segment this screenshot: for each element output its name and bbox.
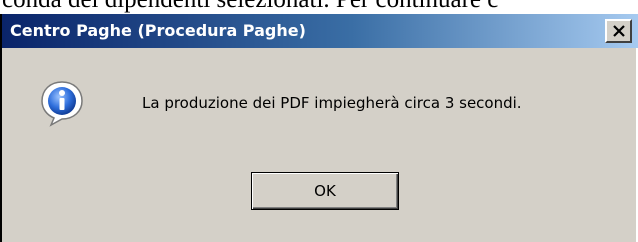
background-document-text: conda dei dipendenti selezionati. Per co… — [2, 0, 638, 14]
close-button[interactable] — [605, 19, 632, 43]
title-bar[interactable]: Centro Paghe (Procedura Paghe) — [2, 14, 638, 48]
message-dialog: Centro Paghe (Procedura Paghe) La produz… — [0, 14, 638, 242]
close-icon — [613, 25, 625, 37]
dialog-message: La produzione dei PDF impiegherà circa 3… — [142, 94, 522, 112]
ok-button[interactable]: OK — [251, 172, 399, 210]
dialog-title: Centro Paghe (Procedura Paghe) — [10, 21, 306, 40]
info-icon — [41, 81, 83, 127]
